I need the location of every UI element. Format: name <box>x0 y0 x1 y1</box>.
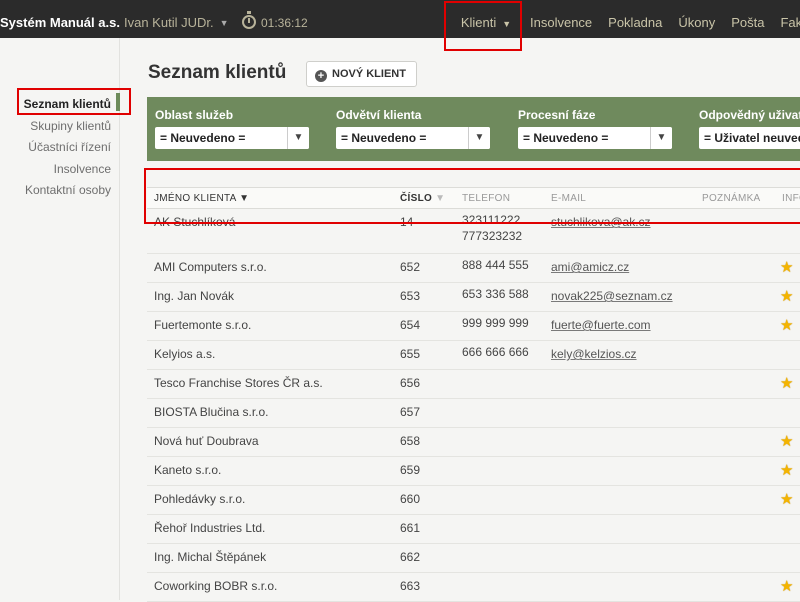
client-phone: 666 666 666 <box>462 344 529 360</box>
client-name[interactable]: Ing. Jan Novák <box>154 289 234 303</box>
client-name[interactable]: Fuertemonte s.r.o. <box>154 318 251 332</box>
sidebar-item-insolvence[interactable]: Insolvence <box>24 159 111 181</box>
client-email-link[interactable]: fuerte@fuerte.com <box>551 318 651 332</box>
phone-line: 666 666 666 <box>462 345 529 359</box>
client-number: 657 <box>400 405 421 419</box>
star-icon[interactable]: ★ <box>780 258 793 276</box>
phone-line: 653 336 588 <box>462 287 529 301</box>
chevron-down-icon: ▼ <box>219 18 229 28</box>
client-name[interactable]: Nová huť Doubrava <box>154 434 259 448</box>
star-icon[interactable]: ★ <box>780 287 793 305</box>
highlight-box <box>144 168 800 224</box>
session-timer: 01:36:12 <box>242 0 308 38</box>
filter-select[interactable]: = Uživatel neuvedeno <box>699 127 800 149</box>
filter-select-value: = Neuvedeno = <box>341 131 427 145</box>
client-name[interactable]: Tesco Franchise Stores ČR a.s. <box>154 376 323 390</box>
client-number: 662 <box>400 550 421 564</box>
table-row[interactable]: Coworking BOBR s.r.o. 663 ★ <box>147 573 800 602</box>
stopwatch-icon <box>242 11 256 29</box>
client-table: AK Stuchlíková 14 323111222 777323232 stuchl… <box>147 209 800 602</box>
sidebar: Seznam klientů Skupiny klientů Účastníci… <box>0 38 120 600</box>
nav-ukony[interactable]: Úkony <box>670 0 723 38</box>
filter-label: Procesní fáze <box>518 108 596 122</box>
client-email-link[interactable]: novak225@seznam.cz <box>551 289 673 303</box>
highlight-box <box>17 88 131 115</box>
client-number: 658 <box>400 434 421 448</box>
filter-select-value: = Uživatel neuvedeno <box>704 131 800 145</box>
client-phone: 888 444 555 <box>462 257 529 273</box>
filter-select-value: = Neuvedeno = <box>523 131 609 145</box>
sidebar-item-ucastnici-rizeni[interactable]: Účastníci řízení <box>24 137 111 159</box>
nav-faktury[interactable]: Faktur <box>772 0 800 38</box>
table-row[interactable]: AMI Computers s.r.o. 652 888 444 555 ami@am… <box>147 254 800 283</box>
phone-line-2: 777323232 <box>462 229 523 243</box>
client-number: 655 <box>400 347 421 361</box>
new-client-button[interactable]: + NOVÝ KLIENT <box>306 61 417 87</box>
user-menu[interactable]: Ivan Kutil JUDr. ▼ <box>124 0 229 38</box>
client-phone: 999 999 999 <box>462 315 529 331</box>
user-name: Ivan Kutil JUDr. <box>124 15 214 30</box>
table-row[interactable]: Kaneto s.r.o. 659 ★ <box>147 457 800 486</box>
table-row[interactable]: Ing. Michal Štěpánek 662 <box>147 544 800 573</box>
filter-select[interactable]: = Neuvedeno = ▼ <box>155 127 309 149</box>
table-row[interactable]: Nová huť Doubrava 658 ★ <box>147 428 800 457</box>
client-name[interactable]: Ing. Michal Štěpánek <box>154 550 266 564</box>
client-number: 661 <box>400 521 421 535</box>
star-icon[interactable]: ★ <box>780 490 793 508</box>
star-icon[interactable]: ★ <box>780 432 793 450</box>
nav-insolvence[interactable]: Insolvence <box>522 0 600 38</box>
table-row[interactable]: Tesco Franchise Stores ČR a.s. 656 ★ <box>147 370 800 399</box>
brand-name[interactable]: Systém Manuál a.s. <box>0 0 120 38</box>
client-name[interactable]: Řehoř Industries Ltd. <box>154 521 265 535</box>
chevron-down-icon: ▼ <box>650 127 672 149</box>
sidebar-item-skupiny-klientu[interactable]: Skupiny klientů <box>24 116 111 138</box>
table-row[interactable]: Kelyios a.s. 655 666 666 666 kely@kelzios.c… <box>147 341 800 370</box>
nav-posta[interactable]: Pošta <box>723 0 772 38</box>
client-name[interactable]: Coworking BOBR s.r.o. <box>154 579 277 593</box>
highlight-box <box>444 1 522 51</box>
phone-line: 888 444 555 <box>462 258 529 272</box>
nav-pokladna[interactable]: Pokladna <box>600 0 670 38</box>
page-title: Seznam klientů <box>148 62 287 83</box>
table-row[interactable]: Fuertemonte s.r.o. 654 999 999 999 fuerte@f… <box>147 312 800 341</box>
client-name[interactable]: Kelyios a.s. <box>154 347 215 361</box>
client-number: 663 <box>400 579 421 593</box>
chevron-down-icon: ▼ <box>468 127 490 149</box>
star-icon[interactable]: ★ <box>780 316 793 334</box>
table-row[interactable]: Řehoř Industries Ltd. 661 <box>147 515 800 544</box>
client-name[interactable]: AMI Computers s.r.o. <box>154 260 267 274</box>
table-row[interactable]: Ing. Jan Novák 653 653 336 588 novak225@sez… <box>147 283 800 312</box>
client-email-link[interactable]: ami@amicz.cz <box>551 260 629 274</box>
filter-label: Odpovědný uživatel <box>699 108 800 122</box>
filter-select[interactable]: = Neuvedeno = ▼ <box>518 127 672 149</box>
client-email-link[interactable]: kely@kelzios.cz <box>551 347 637 361</box>
star-icon[interactable]: ★ <box>780 374 793 392</box>
client-name[interactable]: Pohledávky s.r.o. <box>154 492 245 506</box>
filter-label: Oblast služeb <box>155 108 234 122</box>
timer-value: 01:36:12 <box>261 16 308 30</box>
plus-circle-icon: + <box>315 70 327 82</box>
client-number: 660 <box>400 492 421 506</box>
filter-label: Odvětví klienta <box>336 108 422 122</box>
filter-select[interactable]: = Neuvedeno = ▼ <box>336 127 490 149</box>
star-icon[interactable]: ★ <box>780 577 793 595</box>
top-bar: Systém Manuál a.s. Ivan Kutil JUDr. ▼ 01:… <box>0 0 800 38</box>
table-row[interactable]: Pohledávky s.r.o. 660 ★ <box>147 486 800 515</box>
client-phone: 653 336 588 <box>462 286 529 302</box>
client-number: 653 <box>400 289 421 303</box>
chevron-down-icon: ▼ <box>287 127 309 149</box>
phone-line: 999 999 999 <box>462 316 529 330</box>
client-number: 652 <box>400 260 421 274</box>
star-icon[interactable]: ★ <box>780 461 793 479</box>
new-client-label: NOVÝ KLIENT <box>332 68 406 80</box>
client-name[interactable]: Kaneto s.r.o. <box>154 463 221 477</box>
filter-select-value: = Neuvedeno = <box>160 131 246 145</box>
client-number: 654 <box>400 318 421 332</box>
client-number: 656 <box>400 376 421 390</box>
client-name[interactable]: BIOSTA Blučina s.r.o. <box>154 405 269 419</box>
table-row[interactable]: BIOSTA Blučina s.r.o. 657 <box>147 399 800 428</box>
sidebar-item-kontaktni-osoby[interactable]: Kontaktní osoby <box>24 180 111 202</box>
client-number: 659 <box>400 463 421 477</box>
filter-panel: Oblast služeb = Neuvedeno = ▼ Odvětví kli… <box>147 97 800 161</box>
